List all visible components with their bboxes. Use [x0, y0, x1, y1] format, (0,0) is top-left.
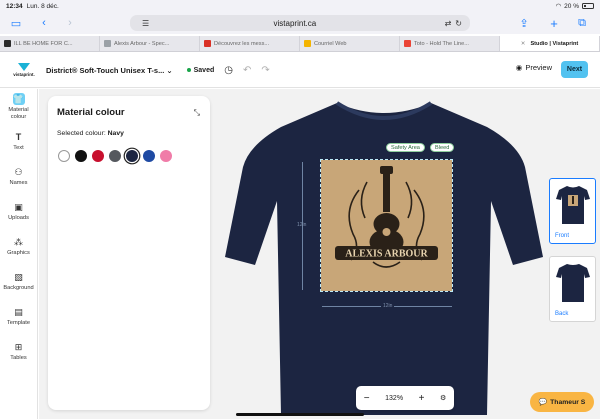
swatch-royal[interactable]: [143, 150, 155, 162]
height-dimension-label: 12in: [297, 222, 307, 228]
swatch-red[interactable]: [92, 150, 104, 162]
back-view-label: Back: [555, 311, 569, 317]
tab-favicon-icon: [404, 40, 411, 47]
print-area[interactable]: ALEXIS ARBOUR: [320, 159, 453, 292]
next-button[interactable]: Next: [561, 61, 588, 78]
collapse-panel-icon[interactable]: ⤡: [194, 108, 200, 118]
status-right: ◠ 20 %: [555, 2, 594, 10]
battery-icon: [582, 3, 594, 9]
settings-gear-icon[interactable]: ⚙: [440, 394, 446, 402]
image-icon: ▣: [14, 202, 23, 213]
zoom-level: 132%: [385, 394, 404, 402]
browser-tabs: ILL BE HOME FOR C... Alexis Arbour - Spe…: [0, 36, 600, 52]
safety-area-badge: Safety Area: [386, 143, 425, 152]
tab-3[interactable]: Courriel Web: [300, 36, 400, 51]
rail-item-names[interactable]: ⚇ Names: [0, 159, 37, 194]
swatch-black[interactable]: [75, 150, 87, 162]
tshirt-icon: 👕: [12, 92, 25, 105]
colour-swatches: [58, 150, 172, 162]
browser-toolbar: ▭ ‹ › ☰ vistaprint.ca ⇄ ↻ ⇪ + ⧉: [0, 12, 600, 34]
tab-favicon-icon: [304, 40, 311, 47]
reload-icon[interactable]: ↻: [455, 19, 462, 28]
table-icon: ⊞: [14, 342, 23, 353]
tabs-overview-icon[interactable]: ⧉: [574, 15, 590, 31]
design-artwork[interactable]: ALEXIS ARBOUR: [321, 160, 452, 291]
people-icon: ⚇: [14, 167, 23, 178]
back-thumbnail-image: [556, 264, 590, 302]
back-icon[interactable]: ‹: [36, 15, 52, 31]
front-thumbnail-image: [556, 186, 590, 224]
app-header: vistaprint. District® Soft-Touch Unisex …: [0, 53, 600, 88]
tool-rail: 👕 Material colour T Text ⚇ Names ▣ Uploads ⁂…: [0, 89, 38, 419]
zoom-out-button[interactable]: −: [364, 393, 370, 404]
rail-item-template[interactable]: ▤ Template: [0, 299, 37, 334]
status-bar: 12:34 Lun. 8 déc. ◠ 20 %: [0, 0, 600, 12]
sidebar-toggle-icon[interactable]: ▭: [8, 15, 24, 31]
address-bar[interactable]: ☰ vistaprint.ca ⇄ ↻: [130, 15, 470, 31]
swatch-pink[interactable]: [160, 150, 172, 162]
tab-favicon-icon: [204, 40, 211, 47]
vistaprint-logo[interactable]: vistaprint.: [10, 63, 38, 77]
page-menu-icon[interactable]: ☰: [142, 19, 149, 28]
front-view-label: Front: [555, 233, 570, 239]
logo-mark-icon: [18, 63, 30, 71]
selected-colour: Selected colour: Navy: [57, 130, 124, 137]
text-icon: T: [15, 132, 22, 143]
saved-dot-icon: [186, 68, 191, 72]
tab-2[interactable]: Découvrez les mess...: [200, 36, 300, 51]
zoom-in-button[interactable]: +: [419, 393, 425, 404]
tab-favicon-icon: [104, 40, 111, 47]
battery-percent: 20 %: [564, 2, 579, 10]
status-time: 12:34: [6, 2, 23, 10]
rail-item-material-colour[interactable]: 👕 Material colour: [0, 89, 37, 124]
home-indicator: [236, 413, 364, 416]
rail-item-tables[interactable]: ⊞ Tables: [0, 334, 37, 369]
width-dimension-label: 12in: [381, 303, 395, 309]
tab-4[interactable]: Toto - Hold The Line...: [400, 36, 500, 51]
rail-item-text[interactable]: T Text: [0, 124, 37, 159]
chat-icon: 💬: [538, 399, 548, 406]
preview-button[interactable]: ◉ Preview: [516, 63, 552, 72]
swatch-navy[interactable]: [126, 150, 138, 162]
rail-item-background[interactable]: ▧ Background: [0, 264, 37, 299]
redo-icon[interactable]: ↷: [261, 65, 269, 76]
translate-icon[interactable]: ⇄: [445, 19, 452, 28]
background-icon: ▧: [14, 272, 23, 283]
swatch-charcoal[interactable]: [109, 150, 121, 162]
chevron-down-icon: ⌄: [166, 65, 173, 75]
undo-icon[interactable]: ↶: [243, 65, 251, 76]
share-icon[interactable]: ⇪: [516, 15, 532, 31]
bleed-badge: Bleed: [430, 143, 455, 152]
history-icon[interactable]: ◷: [224, 65, 233, 76]
tab-favicon-icon: [4, 40, 11, 47]
shapes-icon: ⁂: [14, 237, 23, 248]
panel-title: Material colour: [57, 107, 125, 118]
design-text: ALEXIS ARBOUR: [345, 249, 428, 260]
save-status: Saved: [186, 67, 214, 74]
material-colour-panel: Material colour ⤡ Selected colour: Navy: [48, 96, 210, 410]
address-url: vistaprint.ca: [273, 18, 317, 28]
back-view-thumbnail[interactable]: Back: [549, 256, 596, 322]
eye-icon: ◉: [515, 63, 523, 72]
swatch-white[interactable]: [58, 150, 70, 162]
status-date: Lun. 8 déc.: [26, 2, 59, 10]
rail-item-uploads[interactable]: ▣ Uploads: [0, 194, 37, 229]
rail-item-graphics[interactable]: ⁂ Graphics: [0, 229, 37, 264]
tab-1[interactable]: Alexis Arbour - Spec...: [100, 36, 200, 51]
close-tab-icon[interactable]: ✕: [521, 41, 526, 47]
wifi-icon: ◠: [555, 3, 562, 10]
template-icon: ▤: [14, 307, 23, 318]
tab-0[interactable]: ILL BE HOME FOR C...: [0, 36, 100, 51]
product-name-dropdown[interactable]: District® Soft-Touch Unisex T-s... ⌄: [46, 66, 173, 75]
tab-active[interactable]: ✕ Studio | Vistaprint: [500, 36, 600, 51]
help-chat-button[interactable]: 💬 Thameur S: [530, 392, 594, 412]
new-tab-icon[interactable]: +: [546, 15, 562, 31]
zoom-control: − 132% + ⚙: [356, 386, 454, 410]
forward-icon[interactable]: ›: [62, 15, 78, 31]
front-view-thumbnail[interactable]: Front: [549, 178, 596, 244]
